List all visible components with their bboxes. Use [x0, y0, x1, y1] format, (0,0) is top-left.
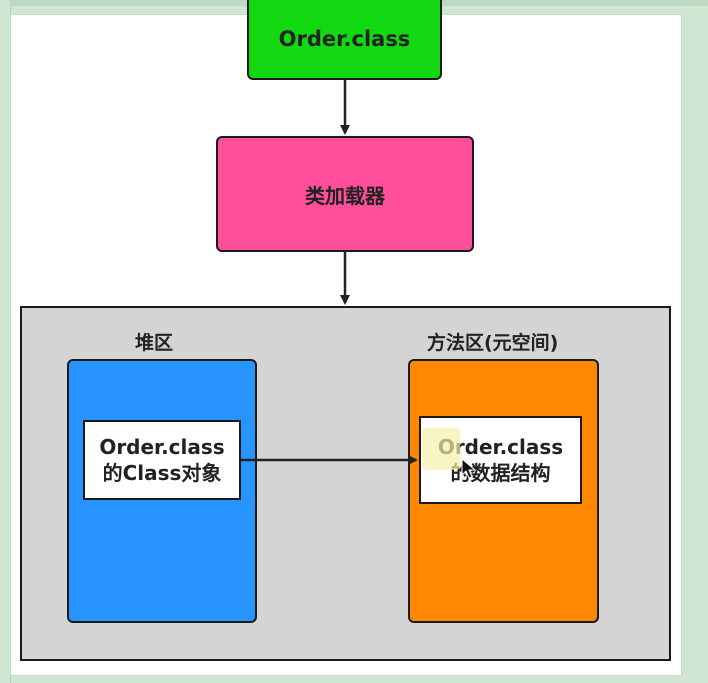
class-object-card: Order.class 的Class对象	[83, 420, 241, 500]
class-object-line2: 的Class对象	[102, 461, 222, 485]
method-area-label: 方法区(元空间)	[427, 332, 559, 354]
cursor-highlight	[422, 428, 460, 470]
mouse-cursor-icon	[461, 458, 477, 479]
order-class-label: Order.class	[278, 27, 411, 51]
class-loader-node: 类加载器	[216, 136, 474, 252]
screen: Order.class 类加载器 堆区 方法区(元空间) Order.class…	[0, 0, 708, 683]
right-scroll-area[interactable]	[683, 14, 708, 676]
order-class-node: Order.class	[247, 0, 442, 80]
heap-area-label: 堆区	[135, 332, 174, 354]
class-loader-label: 类加载器	[305, 183, 385, 208]
class-object-line1: Order.class	[99, 435, 225, 459]
